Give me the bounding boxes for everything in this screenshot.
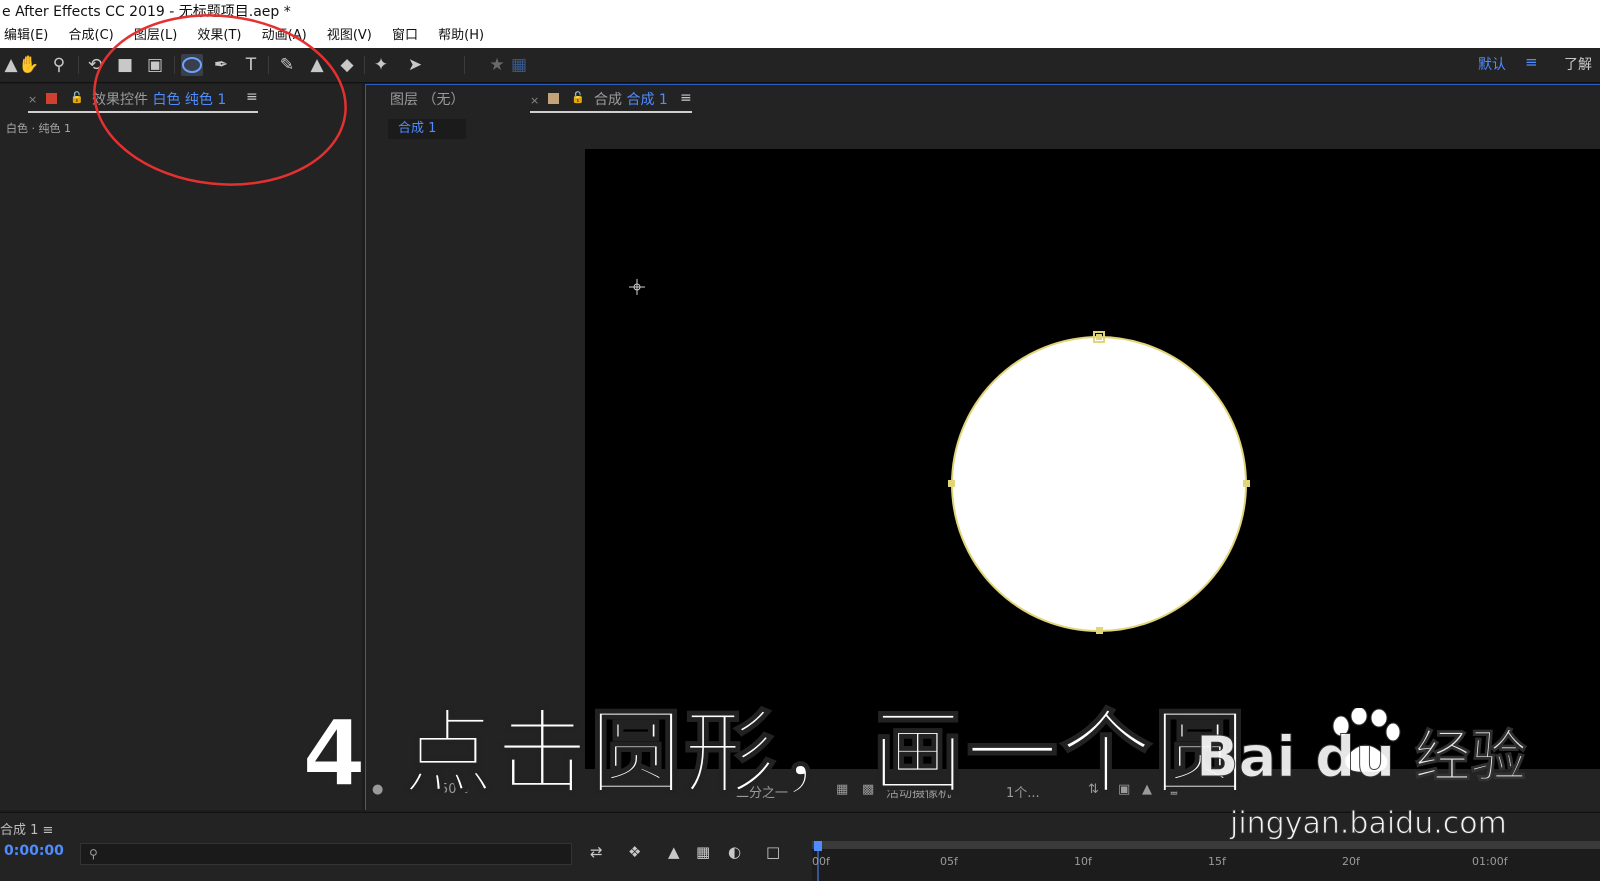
graph-editor-icon[interactable]: □	[766, 843, 780, 861]
menu-composition[interactable]: 合成(C)	[69, 24, 114, 48]
menu-view[interactable]: 视图(V)	[327, 24, 372, 48]
composition-viewer[interactable]	[585, 149, 1600, 769]
menu-animation[interactable]: 动画(A)	[262, 24, 307, 48]
roto-brush-icon[interactable]: ✦	[370, 54, 392, 76]
timeline-search-input[interactable]: ⚲	[80, 843, 572, 865]
workspace-learn[interactable]: 了解	[1564, 54, 1592, 74]
effect-controls-title: 效果控件	[92, 92, 148, 108]
ruler-label: 00f	[812, 855, 830, 868]
pen-icon[interactable]: ✒	[210, 54, 232, 76]
comp-breadcrumb[interactable]: 合成 1	[388, 119, 466, 139]
comp-tab-prefix: 合成	[594, 92, 622, 108]
hand-icon[interactable]: ✋	[18, 54, 40, 76]
window-title: e After Effects CC 2019 - 无标题项目.aep *	[0, 0, 1600, 24]
toolbar-divider	[268, 56, 269, 74]
close-icon[interactable]: ×	[28, 93, 37, 106]
motion-blur-icon[interactable]: ◐	[728, 843, 741, 861]
shy-layers-icon[interactable]: ▲	[668, 843, 680, 861]
tab-underline	[530, 111, 692, 113]
ruler-label: 10f	[1074, 855, 1092, 868]
menu-bar: 编辑(E) 合成(C) 图层(L) 效果(T) 动画(A) 视图(V) 窗口 帮…	[0, 24, 1600, 48]
camera-icon[interactable]: ■	[114, 54, 136, 76]
lock-icon[interactable]: 🔓	[571, 91, 585, 104]
effect-controls-layer-name: 白色 纯色 1	[152, 92, 227, 108]
panel-menu-icon[interactable]: ≡	[246, 89, 258, 105]
panel-menu-icon[interactable]: ≡	[680, 90, 692, 106]
rotate-icon[interactable]: ⟲	[84, 54, 106, 76]
brush-icon[interactable]: ✎	[276, 54, 298, 76]
work-area-bar[interactable]	[812, 841, 1600, 849]
effect-controls-tab[interactable]: × 🔓 效果控件 白色 纯色 1 ≡	[0, 84, 362, 114]
timecode[interactable]: 0:00:00	[4, 843, 64, 859]
tools-toolbar: ▲ ✋ ⚲ ⟲ ■ ▣ ✒ T ✎ ▲ ◆ ✦ ➤ ★ ▦	[0, 48, 1600, 83]
comp-tab-name: 合成 1	[626, 92, 668, 108]
timeline-tab-label: 合成 1	[0, 823, 39, 838]
tab-layer-none[interactable]: 图层 （无）	[390, 89, 464, 109]
tab-composition[interactable]: 合成 合成 1	[594, 89, 668, 109]
toolbar-divider	[464, 56, 465, 74]
frame-blending-icon[interactable]: ▦	[696, 843, 710, 861]
search-icon: ⚲	[89, 847, 98, 861]
ruler-label: 20f	[1342, 855, 1360, 868]
text-icon[interactable]: T	[240, 54, 262, 76]
viewer-canvas	[629, 279, 1250, 634]
pan-behind-icon[interactable]: ▣	[144, 54, 166, 76]
menu-window[interactable]: 窗口	[392, 24, 418, 48]
menu-edit[interactable]: 编辑(E)	[4, 24, 48, 48]
ellipse-icon[interactable]	[181, 54, 203, 76]
workspace-menu-icon[interactable]: ≡	[1525, 53, 1538, 71]
toolbar-divider	[174, 56, 175, 74]
effect-layer-line: 白色 · 纯色 1	[6, 122, 71, 135]
watermark-logo: Bai du 经验	[1196, 725, 1528, 791]
zoom-icon[interactable]: ⚲	[48, 54, 70, 76]
label-color-swatch	[46, 93, 57, 104]
eraser-icon[interactable]: ◆	[336, 54, 358, 76]
menu-help[interactable]: 帮助(H)	[438, 24, 484, 48]
effect-controls-tab-label: 效果控件 白色 纯色 1	[92, 89, 226, 109]
tutorial-caption: 4 点击圆形，画一个圆	[301, 700, 1249, 807]
watermark-url: jingyan.baidu.com	[1230, 806, 1508, 842]
draft-3d-icon[interactable]: ❖	[628, 843, 641, 861]
ruler-label: 01:00f	[1472, 855, 1508, 868]
panel-menu-icon[interactable]: ≡	[43, 823, 54, 838]
lock-icon[interactable]: 🔓	[70, 91, 84, 104]
close-icon[interactable]: ×	[530, 94, 539, 107]
ruler-label: 05f	[940, 855, 958, 868]
toolbar-divider	[364, 56, 365, 74]
puppet-pin-icon[interactable]: ➤	[404, 54, 426, 76]
clone-stamp-icon[interactable]: ▲	[306, 54, 328, 76]
tab-underline	[28, 111, 258, 113]
drawn-circle-shape	[948, 331, 1250, 634]
menu-effect[interactable]: 效果(T)	[197, 24, 241, 48]
comp-label-swatch	[548, 93, 559, 104]
comp-mini-flowchart-icon[interactable]: ⇄	[590, 843, 603, 861]
time-ruler[interactable]: 00f 05f 10f 15f 20f 01:00f	[812, 841, 1600, 881]
menu-layer[interactable]: 图层(L)	[134, 24, 177, 48]
star-icon[interactable]: ★	[486, 54, 508, 76]
crosshair-cursor-icon	[629, 279, 645, 295]
toolbar-divider	[78, 56, 79, 74]
timeline-tab[interactable]: 合成 1 ≡	[0, 819, 53, 838]
snapping-icon[interactable]: ▦	[508, 54, 530, 76]
ruler-label: 15f	[1208, 855, 1226, 868]
workspace-default[interactable]: 默认	[1478, 54, 1506, 74]
